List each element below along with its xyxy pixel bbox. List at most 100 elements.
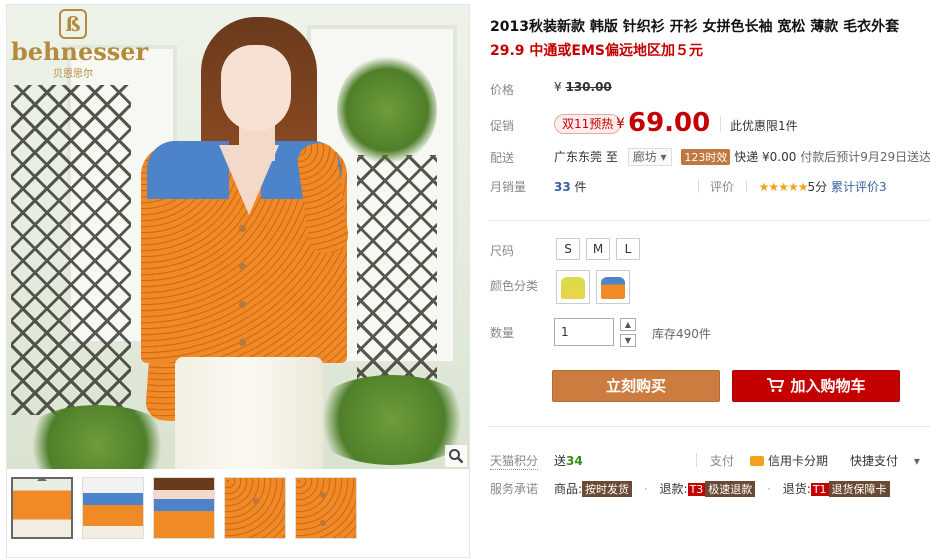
points-info: 送34 [554, 452, 583, 469]
cardigan-button [239, 301, 246, 308]
color-option-yellow[interactable] [556, 270, 590, 304]
thumbnail-2[interactable] [82, 477, 144, 539]
monthly-sales-unit: 件 [574, 180, 587, 194]
promo-limit: 此优惠限1件 [730, 119, 798, 133]
monthly-sales: 33 件 [554, 178, 587, 195]
return-prefix: 退货: [782, 482, 811, 496]
zoom-button[interactable] [445, 445, 467, 467]
divider [488, 426, 930, 427]
delivery-from: 广东东莞 [554, 150, 603, 164]
delivery-destination-select[interactable]: 廊坊 ▾ [627, 148, 672, 166]
divider [696, 453, 697, 467]
color-label: 颜色分类 [490, 279, 539, 293]
brand-subname: 贝恩思尔 [53, 69, 93, 80]
timeliness-badge: 123时效 [681, 149, 731, 165]
delivery-info: 广东东莞 至 廊坊 ▾ 123时效 快递 ¥0.00 付款后预计9月29日送达 [554, 148, 930, 166]
size-option-s[interactable]: S [556, 238, 580, 260]
thumbnail-4[interactable] [224, 477, 286, 539]
original-price: ¥ 130.00 [554, 80, 612, 94]
chevron-down-icon: ▾ [913, 454, 920, 468]
delivery-to-word: 至 [605, 150, 618, 164]
main-product-image[interactable]: ß behnesser 贝恩思尔 [7, 5, 469, 469]
points-value: 34 [566, 454, 583, 468]
lattice-fence-left [11, 85, 131, 415]
goods-prefix: 商品: [554, 482, 583, 496]
plant-decoration [337, 55, 437, 165]
divider [488, 220, 930, 221]
thumbnail-strip [11, 477, 357, 543]
quick-pay-dropdown[interactable]: 快捷支付 ▾ [850, 452, 920, 469]
buy-now-button[interactable]: 立刻购买 [552, 370, 720, 402]
product-gallery: ß behnesser 贝恩思尔 [6, 4, 470, 558]
delivery-eta: 付款后预计9月29日送达 [800, 150, 930, 164]
divider [698, 179, 699, 193]
promo-price: 69.00 [628, 108, 711, 138]
chevron-up-icon: ▲ [624, 320, 632, 329]
rating-score: 5分 [807, 180, 828, 194]
fast-refund-badge[interactable]: 极速退款 [705, 481, 756, 497]
chevron-down-icon: ▾ [660, 150, 667, 164]
quantity-increase-button[interactable]: ▲ [620, 318, 636, 331]
cardigan-button [239, 339, 246, 346]
delivery-label: 配送 [490, 151, 515, 165]
monthly-sales-count: 33 [554, 180, 571, 194]
cardigan-button [253, 498, 259, 504]
add-to-cart-label: 加入购物车 [790, 377, 866, 395]
brand-logo: ß behnesser 贝恩思尔 [11, 9, 149, 80]
promo-label: 促销 [490, 119, 515, 133]
color-swatch [601, 277, 625, 299]
thumbnail-1[interactable] [11, 477, 73, 539]
points-prefix: 送 [554, 454, 567, 468]
star-rating-icon: ★★★★★ [758, 180, 809, 194]
thumbnail-5[interactable] [295, 477, 357, 539]
product-title: 2013秋装新款 韩版 针织衫 开衫 女拼色长袖 宽松 薄款 毛衣外套 [490, 19, 900, 35]
model-vneck [219, 145, 279, 215]
refund-prefix: 退款: [659, 482, 688, 496]
service-promises: 商品: 按时发货 · 退款: T3 极速退款 · 退货: T1 退货保障卡 [554, 480, 890, 497]
refund-code: T3 [687, 483, 706, 496]
return-code: T1 [810, 483, 829, 496]
stock-info: 库存490件 [652, 327, 711, 341]
credit-installment-label: 信用卡分期 [768, 454, 829, 468]
credit-card-icon [750, 456, 764, 466]
cardigan-button [239, 225, 246, 232]
brand-logo-mark-icon: ß [59, 9, 87, 39]
delivery-destination: 廊坊 [632, 150, 657, 164]
on-time-shipping-badge[interactable]: 按时发货 [582, 481, 633, 497]
add-to-cart-button[interactable]: 加入购物车 [732, 370, 900, 402]
color-option-orange[interactable] [596, 270, 630, 304]
dot-separator: · [643, 482, 648, 496]
color-swatch [561, 277, 585, 299]
monthly-sales-label: 月销量 [490, 180, 527, 194]
payment-label: 支付 [710, 454, 735, 468]
delivery-service: 快递 ¥0.00 [734, 150, 797, 164]
promo-badge: 双11预热 [554, 114, 622, 134]
thumbnail-3[interactable] [153, 477, 215, 539]
quick-pay-label: 快捷支付 [850, 454, 899, 468]
size-label: 尺码 [490, 244, 515, 258]
cardigan-button [320, 520, 326, 526]
model-pants [175, 357, 323, 469]
review-count-link[interactable]: 累计评价3 [831, 180, 887, 194]
quantity-label: 数量 [490, 326, 515, 340]
divider [745, 180, 747, 192]
cardigan-button [239, 263, 246, 270]
size-option-m[interactable]: M [586, 238, 610, 260]
quantity-input[interactable]: 1 [554, 318, 614, 346]
price-currency: ¥ [616, 116, 625, 132]
chevron-down-icon: ▼ [624, 336, 632, 345]
rating-summary: 评价 ★★★★★5分 累计评价3 [710, 178, 887, 195]
size-option-l[interactable]: L [616, 238, 640, 260]
points-label: 天猫积分 [490, 454, 539, 470]
orig-currency: ¥ [554, 80, 562, 94]
service-promise-label: 服务承诺 [490, 482, 539, 496]
cart-icon [767, 378, 785, 392]
dot-separator: · [767, 482, 771, 496]
quantity-decrease-button[interactable]: ▼ [620, 334, 636, 347]
orig-price-value: 130.00 [565, 80, 612, 94]
cardigan-button [320, 492, 326, 498]
brand-name: behnesser [11, 37, 149, 66]
return-guarantee-badge[interactable]: 退货保障卡 [828, 481, 890, 497]
rating-label: 评价 [710, 180, 735, 194]
credit-installment-option[interactable]: 信用卡分期 [750, 452, 828, 469]
